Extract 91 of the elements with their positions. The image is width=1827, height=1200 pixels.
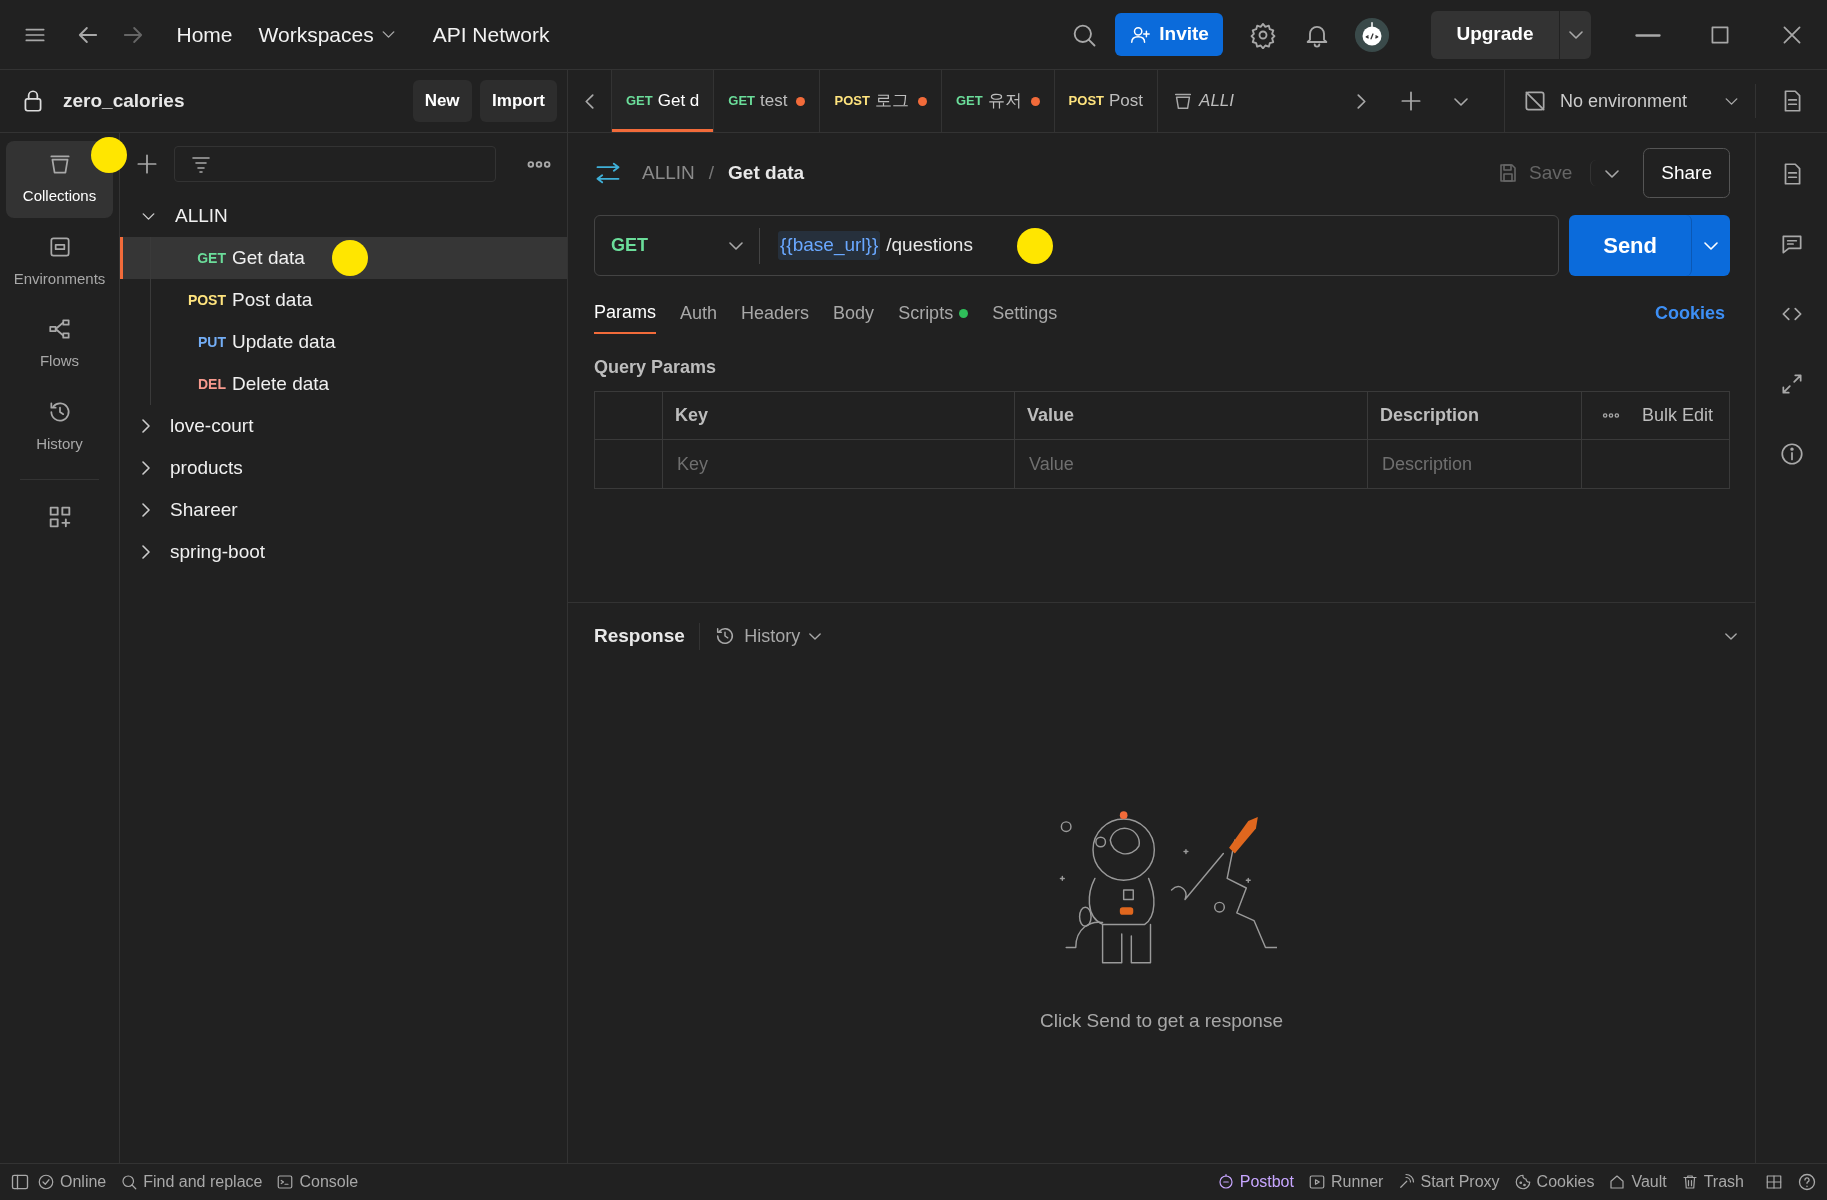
check-circle-icon (37, 1173, 55, 1191)
no-environment-icon (1522, 88, 1548, 114)
sidebar-tab[interactable]: Environments (6, 223, 113, 300)
more-icon (527, 161, 551, 169)
invite-button[interactable]: Invite (1114, 13, 1223, 56)
chevron-down-icon (729, 241, 743, 250)
request-option-tab[interactable]: Auth (680, 293, 718, 333)
request-tab[interactable]: POST 로그 (820, 70, 942, 132)
request-option-tab[interactable]: Headers (741, 293, 810, 333)
request-tab[interactable]: ALLI (1158, 70, 1249, 132)
sidebar-tab[interactable]: Collections (6, 141, 113, 218)
collection-item[interactable]: Shareer (120, 489, 567, 531)
request-option-tab[interactable]: Settings (992, 293, 1058, 333)
new-button[interactable]: New (412, 80, 472, 122)
table-input[interactable]: Description (1380, 449, 1569, 479)
more-icon[interactable] (1601, 413, 1620, 418)
sidebar-tab[interactable]: History (6, 388, 113, 465)
chevron-down-icon (1605, 169, 1620, 178)
request-title: Get data (728, 160, 805, 185)
column-header: Description (1368, 392, 1582, 440)
status-bar-item[interactable]: Cookies (1506, 1170, 1602, 1194)
signal-icon (1397, 1173, 1416, 1191)
status-bar-item[interactable]: Online (30, 1170, 114, 1194)
status-bar-item[interactable]: Console (269, 1170, 366, 1194)
empty-state-message: Click Send to get a response (1040, 1009, 1283, 1033)
avatar-icon[interactable] (1352, 15, 1391, 54)
sidebar-tab[interactable]: Flows (6, 306, 113, 383)
bulk-edit-button[interactable]: Bulk Edit (1641, 402, 1713, 429)
bot-icon (1216, 1173, 1235, 1191)
environment-selector[interactable]: No environment (1505, 70, 1755, 132)
collection-item[interactable]: spring-boot (120, 531, 567, 573)
import-button[interactable]: Import (480, 80, 557, 122)
terminal-icon (276, 1173, 295, 1191)
chevron-down-icon (808, 632, 821, 640)
trash-icon (1680, 1173, 1699, 1191)
request-option-tab[interactable]: Body (833, 293, 875, 333)
sidebar-toggle-icon[interactable] (10, 1172, 30, 1192)
minimize-icon (1635, 33, 1661, 37)
breadcrumb-separator: / (708, 160, 715, 185)
table-input[interactable]: Value (1027, 449, 1355, 479)
status-bar-item[interactable]: Find and replace (113, 1170, 270, 1194)
home-icon (1608, 1173, 1627, 1191)
play-icon (1307, 1173, 1326, 1191)
nav-link[interactable]: Home (163, 18, 246, 51)
request-option-tab[interactable]: Params (594, 292, 656, 334)
request-item[interactable]: DEL Delete data (120, 363, 567, 405)
history-button[interactable]: History (698, 622, 821, 650)
collection-item[interactable]: products (120, 447, 567, 489)
chevron-down-icon (1568, 30, 1583, 39)
workspace-name: zero_calories (63, 88, 186, 113)
response-title: Response (594, 623, 685, 648)
help-icon[interactable] (1797, 1172, 1817, 1192)
settings-icon[interactable] (1248, 20, 1277, 49)
request-option-tab[interactable]: Scripts (898, 293, 969, 333)
chevron-left-icon (585, 94, 594, 110)
method-select[interactable]: GET (595, 227, 760, 264)
request-tab[interactable]: POST Post (1054, 70, 1159, 132)
column-header: Value (1015, 392, 1368, 440)
layout-icon[interactable] (1765, 1173, 1783, 1191)
section-heading: Query Params (594, 356, 718, 379)
cookies-link[interactable]: Cookies (1654, 299, 1725, 327)
info-icon[interactable] (1778, 441, 1805, 467)
cookie-icon (1513, 1173, 1532, 1191)
status-bar-item[interactable]: Runner (1300, 1170, 1391, 1194)
request-tab[interactable]: GET test (714, 70, 821, 132)
nav-link[interactable]: Workspaces (245, 18, 408, 51)
chevron-down-icon (1725, 633, 1737, 641)
collection-item[interactable]: love-court (120, 405, 567, 447)
collection-item[interactable]: ALLIN (120, 195, 567, 237)
column-header: Key (663, 392, 1015, 440)
chevron-right-icon (1357, 94, 1366, 110)
upgrade-button[interactable]: Upgrade (1430, 10, 1591, 59)
search-icon (120, 1173, 139, 1191)
status-bar-item[interactable]: Postbot (1209, 1170, 1301, 1194)
search-field[interactable] (174, 146, 496, 182)
status-bar-item[interactable]: Trash (1673, 1170, 1751, 1194)
chevron-down-icon (1704, 242, 1718, 251)
request-item[interactable]: POST Post data (120, 279, 567, 321)
status-bar-item[interactable]: Vault (1601, 1170, 1674, 1194)
request-item[interactable]: GET Get data (120, 237, 567, 279)
status-bar-item[interactable]: Start Proxy (1390, 1170, 1507, 1194)
request-tab[interactable]: GET Get d (612, 70, 715, 132)
share-button[interactable]: Share (1643, 147, 1730, 199)
breadcrumb-link[interactable]: ALLIN (642, 158, 695, 188)
chevron-down-icon (1725, 97, 1738, 105)
table-input[interactable]: Key (675, 449, 1002, 479)
chevron-down-icon (1454, 97, 1468, 106)
nav-link[interactable]: API Network (419, 18, 563, 51)
request-tab[interactable]: GET 유저 (941, 70, 1055, 132)
flow-icon (46, 316, 73, 342)
request-item[interactable]: PUT Update data (120, 321, 567, 363)
